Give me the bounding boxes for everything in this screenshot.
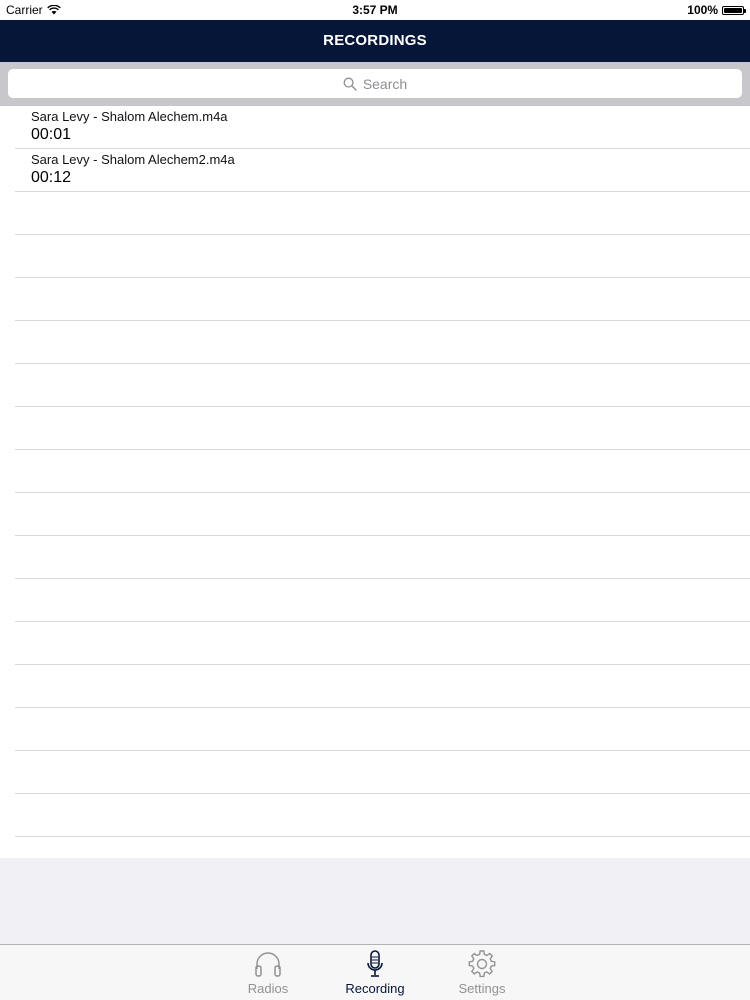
empty-row <box>0 622 750 665</box>
app-screen: Carrier 3:57 PM 100% RECORDINGS Search S… <box>0 0 750 1000</box>
search-bar: Search <box>0 62 750 106</box>
empty-row <box>0 450 750 493</box>
microphone-icon <box>367 950 383 977</box>
empty-row <box>0 321 750 364</box>
list-footer-background <box>0 858 750 944</box>
empty-row <box>0 708 750 751</box>
gear-icon <box>468 950 496 978</box>
navigation-bar: Carrier 3:57 PM 100% RECORDINGS <box>0 0 750 62</box>
empty-row <box>0 493 750 536</box>
headphones-icon <box>255 952 281 977</box>
page-title: RECORDINGS <box>323 32 427 49</box>
battery-icon <box>722 5 746 15</box>
battery-percent: 100% <box>687 3 718 17</box>
empty-row <box>0 364 750 407</box>
tab-bar: Radios Recording Settings <box>0 944 750 1000</box>
tab-settings[interactable]: Settings <box>437 949 527 999</box>
recording-row[interactable]: Sara Levy - Shalom Alechem2.m4a 00:12 <box>0 149 750 192</box>
recording-duration: 00:01 <box>31 126 72 143</box>
recordings-list: Sara Levy - Shalom Alechem.m4a 00:01 Sara … <box>0 106 750 858</box>
tab-label: Settings <box>458 981 506 996</box>
recording-name: Sara Levy - Shalom Alechem2.m4a <box>31 152 235 167</box>
tab-recording[interactable]: Recording <box>330 949 420 999</box>
tab-radios[interactable]: Radios <box>223 949 313 999</box>
status-right: 100% <box>687 3 746 17</box>
status-time: 3:57 PM <box>352 3 398 17</box>
recording-duration: 00:12 <box>31 169 72 186</box>
empty-row <box>0 192 750 235</box>
tab-label: Recording <box>345 981 405 996</box>
empty-row <box>0 278 750 321</box>
empty-row <box>0 536 750 579</box>
recording-row[interactable]: Sara Levy - Shalom Alechem.m4a 00:01 <box>0 106 750 149</box>
empty-row <box>0 751 750 794</box>
status-bar: Carrier 3:57 PM 100% <box>0 0 750 20</box>
empty-row <box>0 794 750 837</box>
search-input[interactable] <box>8 69 742 98</box>
empty-row <box>0 407 750 450</box>
empty-row <box>0 665 750 708</box>
empty-row <box>0 579 750 622</box>
recording-name: Sara Levy - Shalom Alechem.m4a <box>31 109 228 124</box>
empty-row <box>0 235 750 278</box>
row-separator <box>15 836 750 837</box>
tab-label: Radios <box>247 981 289 996</box>
